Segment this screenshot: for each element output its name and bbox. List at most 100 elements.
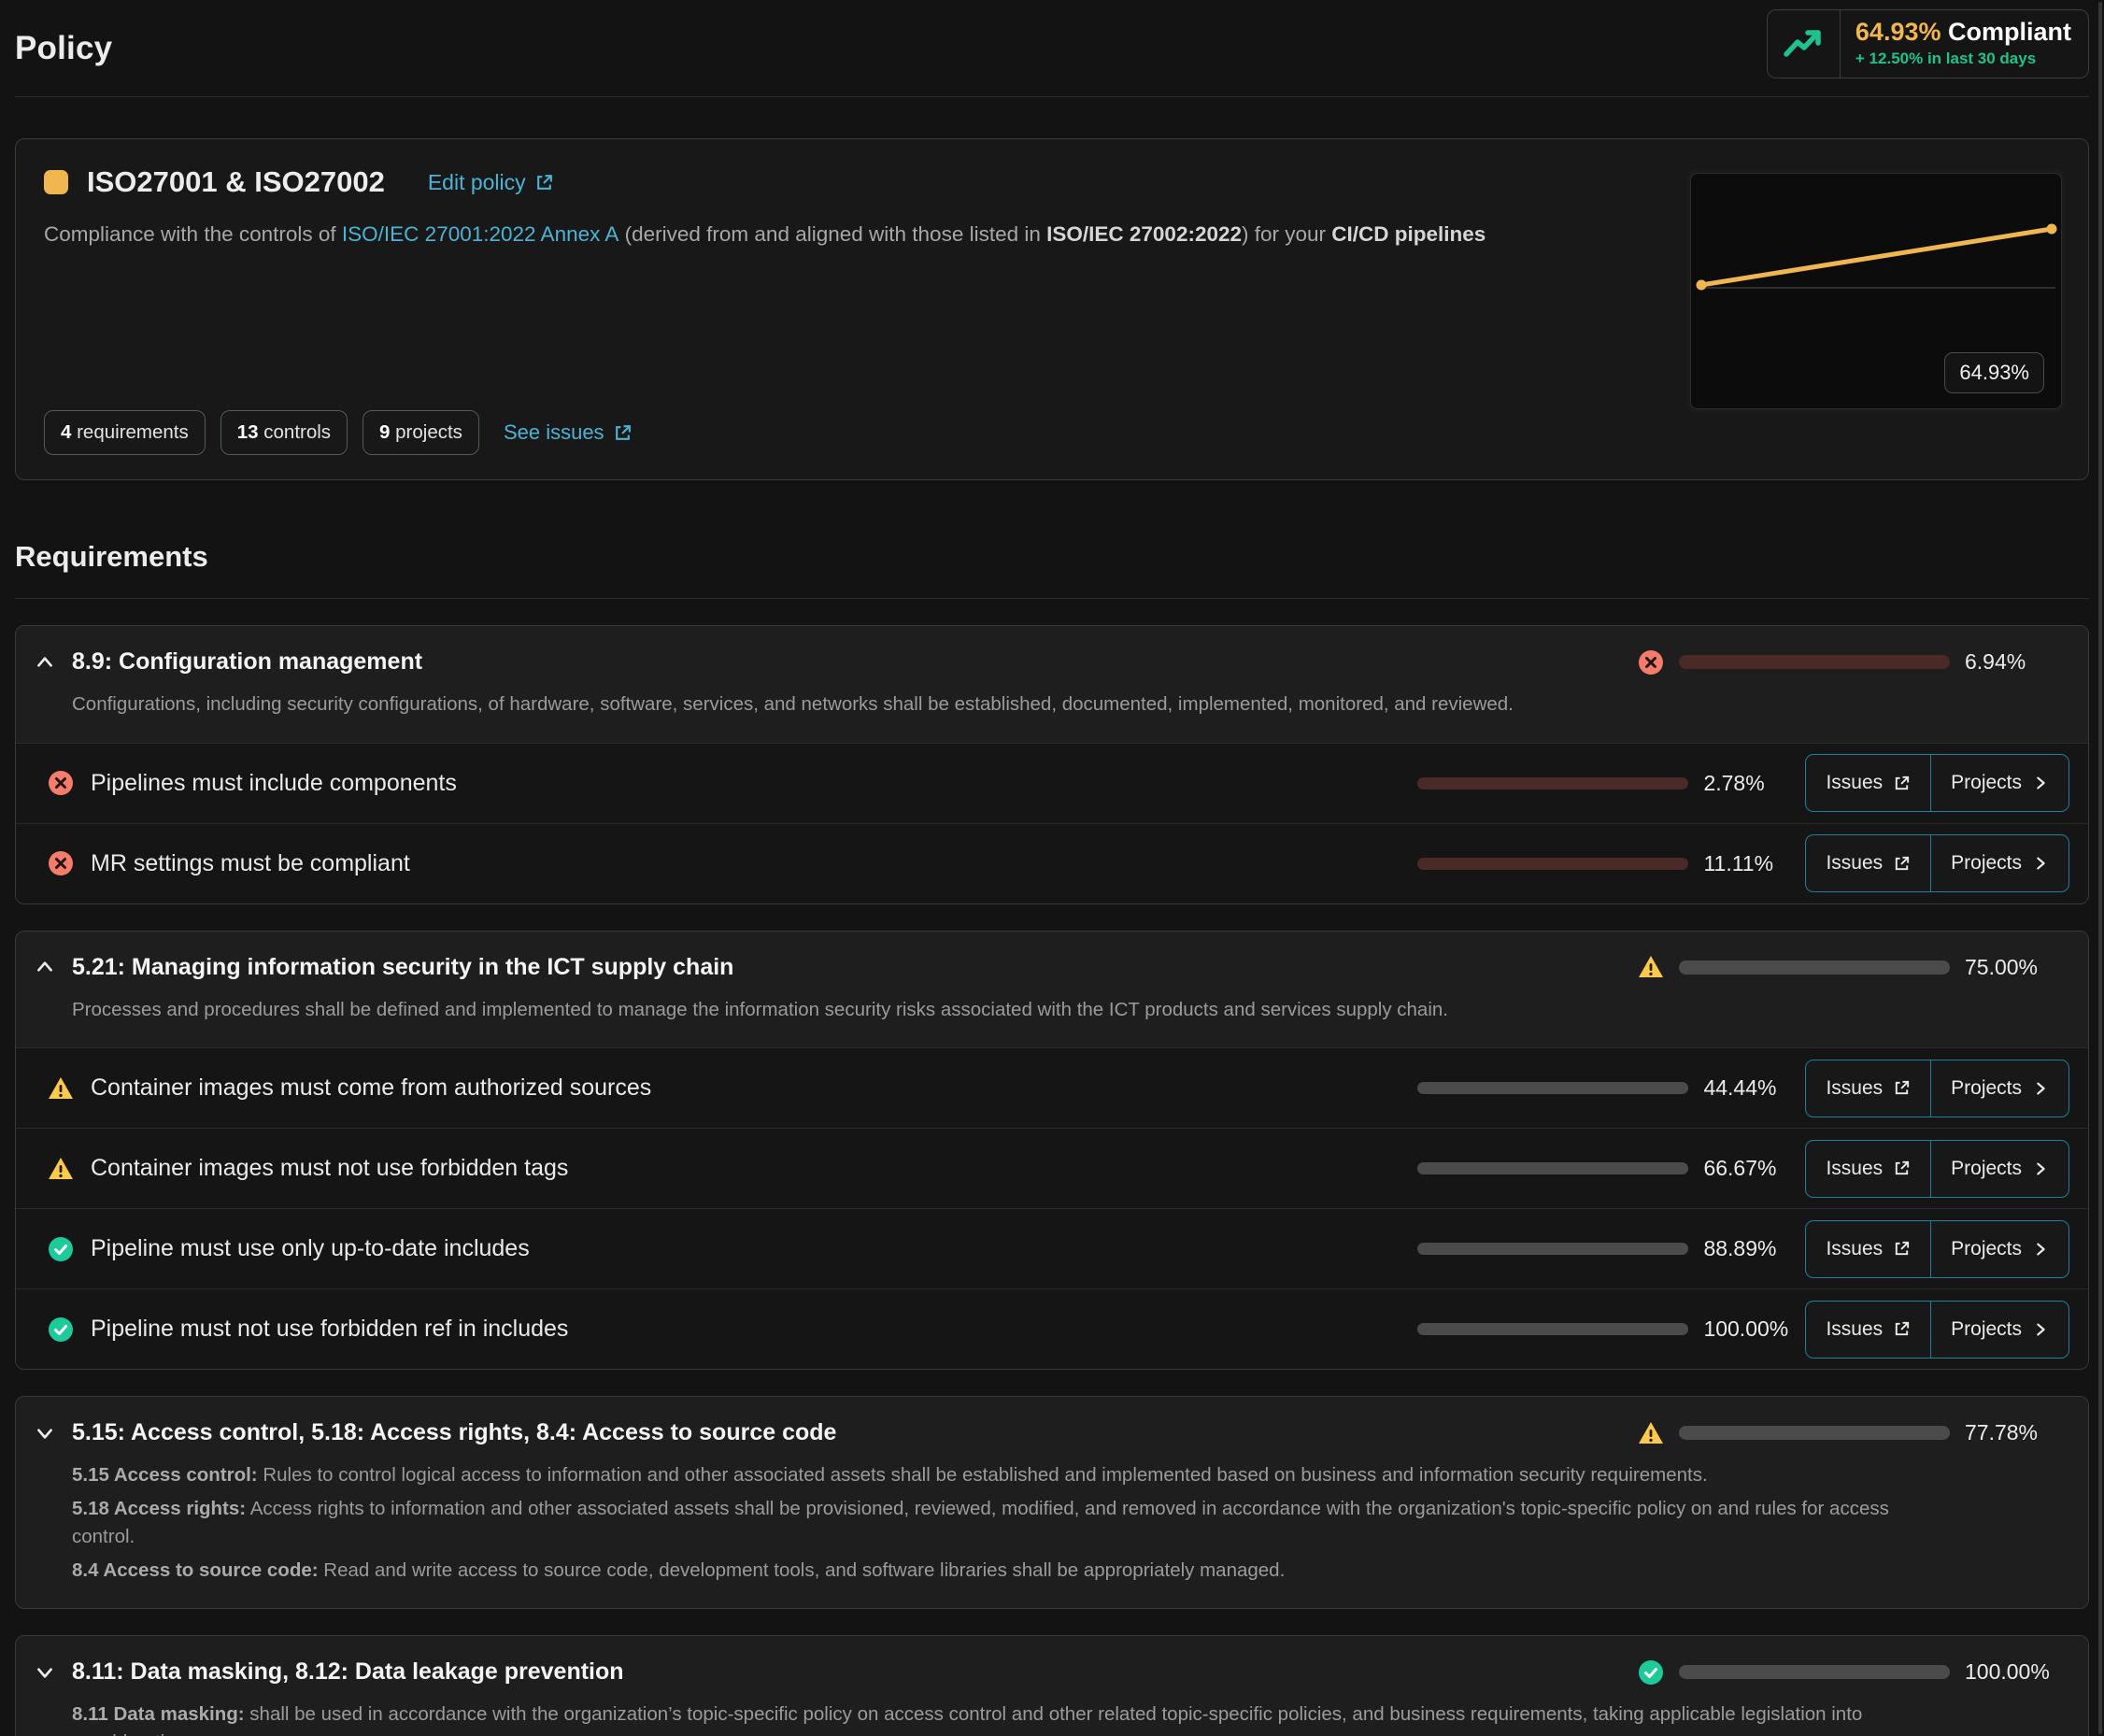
control-actions: Issues Projects: [1805, 754, 2069, 812]
scrollbar[interactable]: [2095, 0, 2104, 1736]
desc-bold: ISO/IEC 27002:2022: [1046, 222, 1242, 246]
chevron-right-icon: [2032, 1241, 2049, 1258]
chevron-up-icon: [35, 652, 55, 673]
progress-bar: [1679, 1426, 1950, 1440]
projects-button[interactable]: Projects: [1930, 755, 2068, 811]
policy-card: ISO27001 & ISO27002 Edit policy Complian…: [15, 138, 2089, 480]
requirement-description: 5.15 Access control: Rules to control lo…: [72, 1461, 1922, 1584]
issues-button-label: Issues: [1826, 1238, 1883, 1260]
projects-button-label: Projects: [1951, 772, 2022, 794]
control-label: Container images must not use forbidden …: [91, 1155, 568, 1182]
compliance-sparkline-chart: 64.93%: [1690, 173, 2062, 409]
control-label: Pipeline must not use forbidden ref in i…: [91, 1316, 568, 1343]
progress-percent: 44.44%: [1703, 1075, 1792, 1101]
edit-policy-link[interactable]: Edit policy: [428, 170, 554, 195]
progress-bar: [1417, 1162, 1688, 1174]
issues-button[interactable]: Issues: [1806, 755, 1930, 811]
status-warn-icon: [48, 1075, 74, 1102]
control-row: Container images must not use forbidden …: [16, 1128, 2088, 1208]
requirement-header: 5.21: Managing information security in t…: [16, 932, 2088, 1048]
issues-button[interactable]: Issues: [1806, 1141, 1930, 1197]
progress-percent: 6.94%: [1965, 649, 2069, 675]
issues-button-label: Issues: [1826, 772, 1883, 794]
badge-count: 13: [237, 421, 259, 443]
collapse-toggle[interactable]: [35, 652, 72, 673]
compliance-delta: + 12.50% in last 30 days: [1855, 50, 2071, 68]
issues-button[interactable]: Issues: [1806, 1221, 1930, 1277]
status-success-icon: [48, 1316, 74, 1343]
control-actions: Issues Projects: [1805, 834, 2069, 892]
chevron-right-icon: [2032, 775, 2049, 791]
status-fail-icon: [48, 770, 74, 796]
progress-bar: [1417, 777, 1688, 790]
progress-percent: 75.00%: [1965, 955, 2069, 980]
policy-description: Compliance with the controls of ISO/IEC …: [44, 220, 1501, 249]
requirement-description: 8.11 Data masking: shall be used in acco…: [72, 1700, 1922, 1736]
projects-button[interactable]: Projects: [1930, 835, 2068, 891]
control-label: Pipeline must use only up-to-date includ…: [91, 1235, 530, 1262]
scrollbar-thumb[interactable]: [2098, 2, 2102, 1734]
issues-button-label: Issues: [1826, 1077, 1883, 1100]
see-issues-link[interactable]: See issues: [504, 420, 633, 445]
sparkline-value-label: 64.93%: [1944, 352, 2044, 393]
issues-button[interactable]: Issues: [1806, 835, 1930, 891]
desc-text: Read and write access to source code, de…: [319, 1559, 1286, 1581]
collapse-toggle[interactable]: [35, 1662, 72, 1683]
compliance-badge: 64.93% Compliant + 12.50% in last 30 day…: [1767, 9, 2089, 78]
projects-button[interactable]: Projects: [1930, 1060, 2068, 1117]
requirement-description: Processes and procedures shall be define…: [72, 996, 1922, 1024]
control-row: Container images must come from authoriz…: [16, 1047, 2088, 1128]
projects-count-badge: 9 projects: [363, 410, 479, 455]
chevron-right-icon: [2032, 1080, 2049, 1097]
badge-label: requirements: [77, 421, 189, 443]
projects-button[interactable]: Projects: [1930, 1302, 2068, 1358]
control-row: MR settings must be compliant 11.11% Iss…: [16, 823, 2088, 904]
badge-count: 4: [61, 421, 71, 443]
progress-bar: [1679, 1665, 1950, 1679]
page-header: Policy 64.93% Compliant + 12.50% in last…: [15, 0, 2089, 97]
control-row: Pipelines must include components 2.78% …: [16, 743, 2088, 823]
issues-button-label: Issues: [1826, 852, 1883, 875]
projects-button[interactable]: Projects: [1930, 1221, 2068, 1277]
requirement-card: 5.15: Access control, 5.18: Access right…: [15, 1396, 2089, 1609]
requirement-title: 5.21: Managing information security in t…: [72, 954, 733, 981]
control-actions: Issues Projects: [1805, 1140, 2069, 1198]
progress-percent: 88.89%: [1703, 1236, 1792, 1261]
desc-bold: 5.18 Access rights:: [72, 1498, 246, 1519]
projects-button-label: Projects: [1951, 852, 2022, 875]
requirement-card: 5.21: Managing information security in t…: [15, 931, 2089, 1371]
requirement-progress: 100.00%: [1638, 1659, 2069, 1686]
external-link-icon: [1893, 855, 1911, 873]
progress-bar: [1679, 655, 1950, 669]
desc-bold: 5.15 Access control:: [72, 1464, 258, 1486]
progress-percent: 100.00%: [1703, 1316, 1792, 1342]
collapse-toggle[interactable]: [35, 957, 72, 977]
requirement-description: Configurations, including security confi…: [72, 690, 1922, 719]
badge-count: 9: [379, 421, 390, 443]
status-fail-icon: [48, 850, 74, 876]
progress-percent: 2.78%: [1703, 771, 1792, 796]
edit-policy-label: Edit policy: [428, 170, 526, 195]
requirement-progress: 6.94%: [1638, 649, 2069, 676]
compliance-percent: 64.93%: [1855, 18, 1941, 46]
issues-button[interactable]: Issues: [1806, 1302, 1930, 1358]
control-row: Pipeline must use only up-to-date includ…: [16, 1208, 2088, 1288]
badge-label: projects: [395, 421, 462, 443]
control-label: Pipelines must include components: [91, 770, 457, 797]
progress-bar: [1679, 960, 1950, 975]
iso-27001-link[interactable]: ISO/IEC 27001:2022 Annex A: [342, 220, 618, 249]
status-success-icon: [48, 1236, 74, 1262]
issues-button[interactable]: Issues: [1806, 1060, 1930, 1117]
control-actions: Issues Projects: [1805, 1060, 2069, 1117]
requirement-progress: 75.00%: [1638, 954, 2069, 980]
requirements-count-badge: 4 requirements: [44, 410, 206, 455]
projects-button[interactable]: Projects: [1930, 1141, 2068, 1197]
desc-bold: CI/CD pipelines: [1331, 222, 1486, 246]
collapse-toggle[interactable]: [35, 1423, 72, 1444]
progress-bar: [1417, 1243, 1688, 1255]
external-link-icon: [1893, 775, 1911, 792]
desc-bold: 8.11 Data masking:: [72, 1703, 245, 1725]
chevron-right-icon: [2032, 1321, 2049, 1338]
requirement-header: 8.11: Data masking, 8.12: Data leakage p…: [16, 1636, 2088, 1736]
desc-text: (derived from and aligned with those lis…: [618, 222, 1046, 246]
